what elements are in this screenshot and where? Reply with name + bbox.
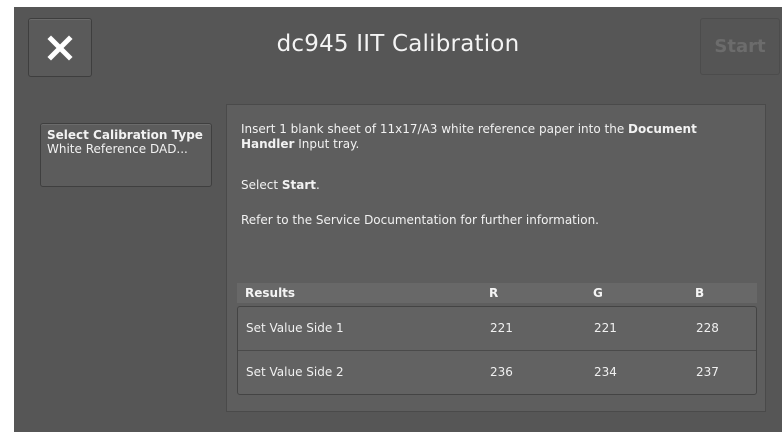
table-row: Set Value Side 2 236 234 237 (238, 351, 756, 394)
row-name: Set Value Side 2 (246, 365, 344, 379)
calibration-type-selector[interactable]: Select Calibration Type White Reference … (40, 123, 212, 187)
instruction-text: Select (241, 178, 282, 192)
calibration-type-label: Select Calibration Type (47, 128, 203, 142)
instruction-panel: Insert 1 blank sheet of 11x17/A3 white r… (226, 104, 766, 412)
row-r-value: 221 (490, 321, 513, 335)
instruction-select-start: Select Start. (241, 178, 320, 193)
table-row: Set Value Side 1 221 221 228 (238, 307, 756, 351)
close-icon (47, 34, 73, 61)
instruction-text: Input tray. (294, 137, 360, 151)
row-name: Set Value Side 1 (246, 321, 344, 335)
results-table: Set Value Side 1 221 221 228 Set Value S… (237, 306, 757, 395)
row-g-value: 221 (594, 321, 617, 335)
start-button[interactable]: Start (700, 18, 780, 75)
row-b-value: 228 (696, 321, 719, 335)
instruction-text: Insert 1 blank sheet of 11x17/A3 white r… (241, 122, 629, 136)
page-title: dc945 IIT Calibration (276, 31, 520, 57)
instruction-bold-text: Start (281, 178, 316, 192)
instruction-text: . (315, 178, 320, 192)
row-b-value: 237 (696, 365, 719, 379)
results-header-g: G (593, 286, 603, 300)
instruction-refer-docs: Refer to the Service Documentation for f… (241, 213, 599, 227)
results-header-r: R (489, 286, 499, 300)
results-table-header: Results R G B (237, 283, 757, 303)
calibration-screen: dc945 IIT Calibration Start Select Calib… (14, 7, 782, 432)
row-r-value: 236 (490, 365, 513, 379)
close-button[interactable] (28, 18, 92, 77)
instruction-insert-paper: Insert 1 blank sheet of 11x17/A3 white r… (241, 122, 741, 152)
results-header-label: Results (245, 286, 296, 300)
calibration-type-value: White Reference DAD... (47, 142, 188, 156)
row-g-value: 234 (594, 365, 617, 379)
results-header-b: B (695, 286, 705, 300)
